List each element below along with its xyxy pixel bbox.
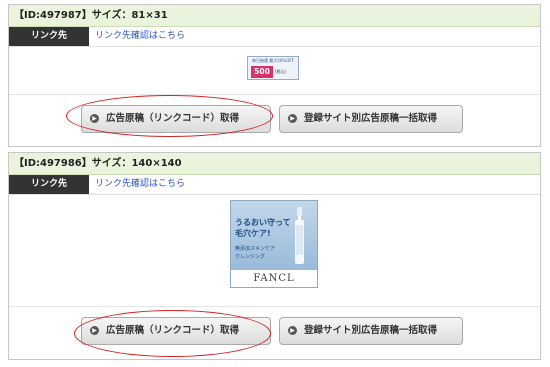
fancl-logo: FANCL [231,270,317,287]
banner-subtext-2: クレンジング [235,254,266,260]
get-link-code-button[interactable]: ▶ 広告原稿（リンクコード）取得 [81,105,271,133]
bulk-get-button[interactable]: ▶ 登録サイト別広告原稿一括取得 [279,105,463,133]
card-header: 【ID:497986】サイズ：140×140 [9,153,540,175]
link-check[interactable]: リンク先確認はこちら [89,175,185,194]
link-row: リンク先 リンク先確認はこちら [9,175,540,195]
banner-top-text: 毎日抽選 最大50%OFF [252,58,294,63]
play-icon: ▶ [288,114,297,123]
ad-banner-140x140: うるおい守って 毛穴ケア! 無添加スキンケア クレンジング FANCL [230,200,318,288]
banner-price: 500円 [251,66,273,88]
banner-area: うるおい守って 毛穴ケア! 無添加スキンケア クレンジング FANCL [9,195,540,307]
banner-subtext: 無添加スキンケア [235,246,275,252]
ad-card-497986: 【ID:497986】サイズ：140×140 リンク先 リンク先確認はこちら う… [8,152,541,360]
link-label: リンク先 [9,175,89,194]
ad-card-497987: 【ID:497987】サイズ：81×31 リンク先 リンク先確認はこちら 毎日抽… [8,4,541,147]
banner-headline: うるおい守って [235,218,291,227]
banner-tax-note: (税込) [275,69,287,74]
link-check[interactable]: リンク先確認はこちら [89,27,185,46]
get-link-code-button[interactable]: ▶ 広告原稿（リンクコード）取得 [81,317,271,345]
card-header: 【ID:497987】サイズ：81×31 [9,5,540,27]
play-icon: ▶ [90,114,99,123]
banner-headline-2: 毛穴ケア! [235,229,271,238]
banner-area: 毎日抽選 最大50%OFF 500円 (税込) [9,47,540,95]
ad-banner-81x31: 毎日抽選 最大50%OFF 500円 (税込) [247,56,299,88]
link-label: リンク先 [9,27,89,46]
play-icon: ▶ [90,326,99,335]
product-bottle-image [295,207,304,264]
bulk-get-button[interactable]: ▶ 登録サイト別広告原稿一括取得 [279,317,463,345]
play-icon: ▶ [288,326,297,335]
link-row: リンク先 リンク先確認はこちら [9,27,540,47]
